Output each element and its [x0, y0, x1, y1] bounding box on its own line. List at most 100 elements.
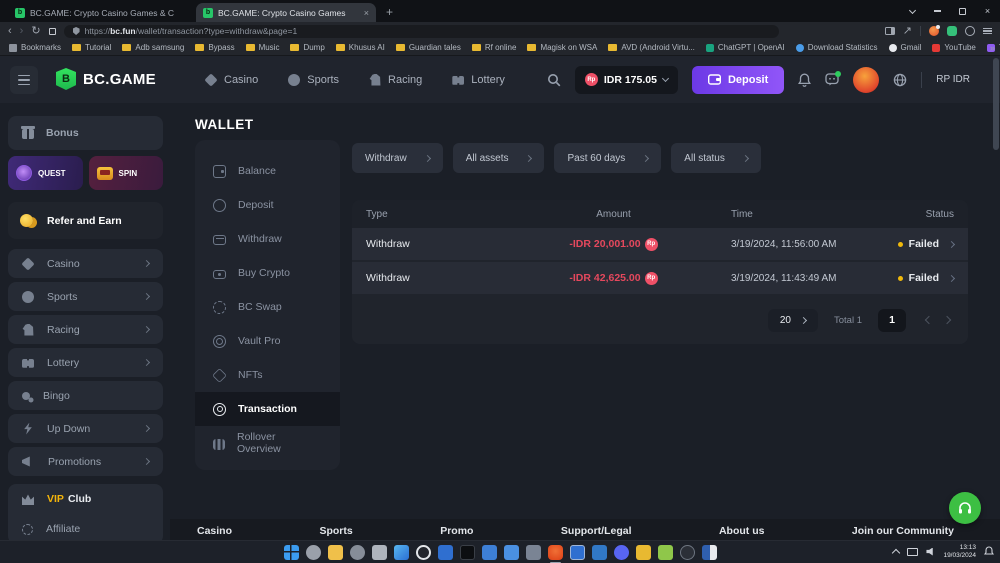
powershell-icon[interactable]: [438, 545, 453, 560]
system-monitor-icon[interactable]: [570, 545, 585, 560]
bookmark-chatgpt[interactable]: ChatGPT | OpenAI: [706, 43, 785, 52]
sidebar-item-up-down[interactable]: Up Down: [8, 414, 163, 443]
sidebar-item-affiliate[interactable]: Affiliate: [8, 514, 163, 540]
media-app-icon[interactable]: [526, 545, 541, 560]
display-app-icon[interactable]: [702, 545, 717, 560]
reload-button[interactable]: ↻: [31, 26, 40, 37]
balance-selector[interactable]: Rp IDR 175.05: [575, 66, 678, 94]
notepad-icon[interactable]: [658, 545, 673, 560]
wallet-menu-buy-crypto[interactable]: Buy Crypto: [195, 256, 340, 290]
current-page[interactable]: 1: [878, 309, 906, 332]
settings-icon[interactable]: [306, 545, 321, 560]
nav-sports[interactable]: Sports: [288, 74, 339, 86]
extension-green-icon[interactable]: [947, 26, 957, 36]
bookmark-panel-icon[interactable]: [49, 28, 56, 35]
bookmark-music[interactable]: Music: [246, 43, 280, 52]
sidebar-item-casino[interactable]: Casino: [8, 249, 163, 278]
taskbar-clock[interactable]: 13:13 19/03/2024: [943, 544, 976, 559]
bookmark-gmail[interactable]: Gmail: [889, 43, 922, 52]
next-page-icon[interactable]: [943, 316, 951, 324]
quest-button[interactable]: QUEST: [8, 156, 83, 190]
nav-racing[interactable]: Racing: [369, 74, 422, 86]
terminal-icon[interactable]: [460, 545, 475, 560]
sphere-app-icon[interactable]: [680, 545, 695, 560]
forward-button[interactable]: ›: [20, 26, 24, 37]
photos-app-icon[interactable]: [394, 545, 409, 560]
browser-tab-inactive[interactable]: b BC.GAME: Crypto Casino Games & C: [8, 3, 188, 22]
bookmark-khusus-ai[interactable]: Khusus AI: [336, 43, 385, 52]
sidebar-item-vip-club[interactable]: VIP Club: [8, 484, 163, 514]
tab-close-icon[interactable]: ×: [364, 8, 369, 18]
address-bar[interactable]: https://bc.fun/wallet/transaction?type=w…: [64, 25, 779, 38]
site-permissions-icon[interactable]: [73, 27, 80, 35]
bookmarks-overflow-icon[interactable]: »: [990, 43, 995, 53]
hamburger-menu-icon[interactable]: [10, 66, 38, 94]
remote-desktop-icon[interactable]: [482, 545, 497, 560]
pc-app-icon[interactable]: [504, 545, 519, 560]
brave-browser-icon[interactable]: [548, 545, 563, 560]
bookmark-bypass[interactable]: Bypass: [195, 43, 234, 52]
wallet-menu-withdraw[interactable]: Withdraw: [195, 222, 340, 256]
chat-icon[interactable]: [825, 73, 839, 86]
table-row[interactable]: Withdraw -IDR 20,001.00 Rp 3/19/2024, 11…: [352, 228, 968, 262]
discord-icon[interactable]: [614, 545, 629, 560]
extension-ghost-icon[interactable]: [965, 26, 975, 36]
window-maximize-button[interactable]: [950, 0, 975, 22]
bookmark-guardian-tales[interactable]: Guardian tales: [396, 43, 461, 52]
notes-app-icon[interactable]: [372, 545, 387, 560]
nav-lottery[interactable]: Lottery: [452, 74, 505, 86]
bookmark-manager[interactable]: Bookmarks: [9, 43, 61, 52]
bookmark-rf-online[interactable]: Rf online: [472, 43, 517, 52]
display-tray-icon[interactable]: [907, 548, 918, 556]
wallet-menu-transaction[interactable]: Transaction: [195, 392, 340, 426]
wallet-menu-balance[interactable]: Balance: [195, 154, 340, 188]
sidebar-item-lottery[interactable]: Lottery: [8, 348, 163, 377]
browser-menu-icon[interactable]: [983, 28, 992, 35]
utility-app-icon[interactable]: [636, 545, 651, 560]
filter-transaction-type[interactable]: Withdraw: [352, 143, 443, 173]
bookmark-avd[interactable]: AVD (Android Virtu...: [608, 43, 695, 52]
search-icon[interactable]: [547, 73, 561, 87]
start-button[interactable]: [284, 545, 299, 560]
notification-center-icon[interactable]: [984, 546, 994, 557]
sidebar-item-racing[interactable]: Racing: [8, 315, 163, 344]
extension-rewards-icon[interactable]: [929, 26, 939, 36]
deposit-button[interactable]: Deposit: [692, 66, 784, 94]
bookmark-dump[interactable]: Dump: [290, 43, 324, 52]
bookmark-download-statistics[interactable]: Download Statistics: [796, 43, 878, 52]
spin-button[interactable]: SPIN: [89, 156, 164, 190]
bcgame-logo[interactable]: B BC.GAME: [56, 68, 156, 90]
language-globe-icon[interactable]: [893, 73, 907, 87]
search-tool-icon[interactable]: [350, 545, 365, 560]
wallet-menu-nfts[interactable]: NFTs: [195, 358, 340, 392]
bookmark-adb-samsung[interactable]: Adb samsung: [122, 43, 184, 52]
filter-status[interactable]: All status: [671, 143, 761, 173]
live-support-button[interactable]: [949, 492, 981, 524]
filter-assets[interactable]: All assets: [453, 143, 545, 173]
share-icon[interactable]: ↗: [903, 26, 912, 37]
tab-search-icon[interactable]: [900, 0, 925, 22]
bookmark-youtube[interactable]: YouTube: [932, 43, 975, 52]
wallet-menu-bc-swap[interactable]: BC Swap: [195, 290, 340, 324]
window-close-button[interactable]: ×: [975, 0, 1000, 22]
notifications-bell-icon[interactable]: [798, 73, 811, 87]
prev-page-icon[interactable]: [925, 316, 933, 324]
nav-casino[interactable]: Casino: [205, 74, 258, 86]
back-button[interactable]: ‹: [8, 26, 12, 37]
wallet-menu-deposit[interactable]: Deposit: [195, 188, 340, 222]
wallet-menu-rollover-overview[interactable]: Rollover Overview: [195, 426, 340, 460]
sidebar-item-bingo[interactable]: Bingo: [8, 381, 163, 410]
tray-overflow-chevron-icon[interactable]: [892, 549, 900, 557]
wallet-menu-vault-pro[interactable]: Vault Pro: [195, 324, 340, 358]
dev-app-icon[interactable]: [592, 545, 607, 560]
new-tab-button[interactable]: +: [386, 5, 393, 19]
filter-date-range[interactable]: Past 60 days: [554, 143, 661, 173]
volume-icon[interactable]: [926, 548, 935, 556]
sidebar-item-promotions[interactable]: Promotions: [8, 447, 163, 476]
file-explorer-icon[interactable]: [328, 545, 343, 560]
browser-tab-active[interactable]: b BC.GAME: Crypto Casino Games ×: [196, 3, 376, 22]
sidebar-item-sports[interactable]: Sports: [8, 282, 163, 311]
clock-app-icon[interactable]: [416, 545, 431, 560]
bookmark-tutorial[interactable]: Tutorial: [72, 43, 111, 52]
bookmark-magisk-wsa[interactable]: Magisk on WSA: [527, 43, 597, 52]
